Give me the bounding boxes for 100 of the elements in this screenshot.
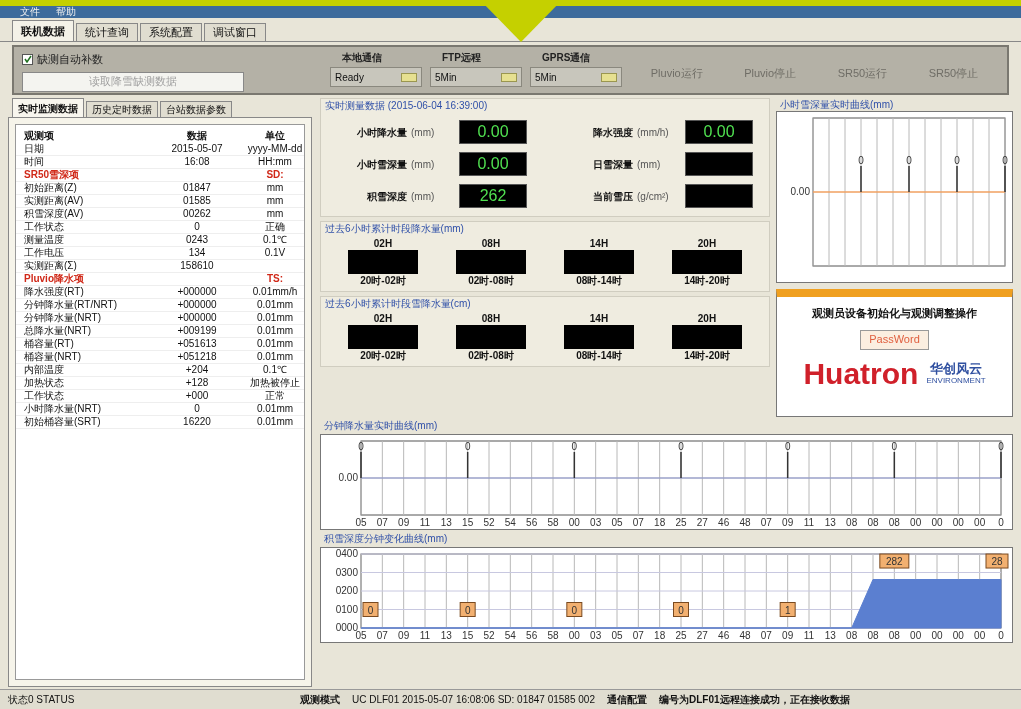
period-range: 14时-20时 — [684, 349, 730, 362]
period-range: 08时-14时 — [576, 274, 622, 287]
tick-label: 46 — [718, 517, 730, 528]
value-label: 0 — [673, 602, 689, 617]
tick-label: 0300 — [335, 566, 358, 578]
readout-unit: (mm) — [411, 157, 436, 172]
tick-label: 07 — [632, 630, 644, 641]
period-range: 02时-08时 — [468, 349, 514, 362]
menu-item[interactable]: 帮助 — [56, 6, 76, 18]
table-cell-text: 0.01mm — [255, 403, 295, 415]
readout-display: 0.00 — [459, 152, 527, 176]
tick-label: 56 — [526, 630, 538, 641]
tick-label: 07 — [760, 517, 772, 528]
tab[interactable]: 联机数据 — [12, 20, 74, 41]
channel-title: 本地通信 — [341, 51, 383, 64]
tick-label: 00 — [910, 630, 922, 641]
tick-label: 11 — [419, 517, 431, 528]
value-label: 0 — [784, 441, 791, 479]
menu-item[interactable]: 文件 — [20, 6, 40, 18]
table-cell-text: 降水强度(RT) — [24, 286, 85, 298]
password-button[interactable]: PassWord — [860, 329, 929, 350]
period-head: 20H — [697, 237, 717, 250]
tick-label: 09 — [398, 517, 410, 528]
tab[interactable]: 台站数据参数 — [160, 101, 232, 117]
checkbox[interactable] — [22, 53, 33, 65]
value-label: 0 — [858, 155, 864, 193]
value-label: 0 — [459, 602, 476, 617]
tick-label: 11 — [419, 630, 431, 641]
table-cell-text: SD: — [265, 169, 285, 181]
table-cell-text: 桶容量(RT) — [24, 338, 75, 350]
readout-display: 0.00 — [685, 120, 753, 144]
tick-label: 0200 — [335, 585, 358, 596]
value-label: 0 — [566, 602, 583, 617]
table-cell-text: +000000 — [176, 312, 218, 324]
channel-value: Ready — [335, 70, 364, 85]
tick-label: 48 — [739, 517, 751, 528]
tab[interactable]: 系统配置 — [140, 23, 202, 41]
tick-label: 0 — [998, 517, 1004, 528]
table-cell-text: +204 — [184, 364, 210, 376]
tick-label: 0100 — [335, 603, 358, 615]
readout-label: 降水强度 — [593, 125, 633, 140]
readout-display — [685, 152, 753, 176]
table-cell-text: 正常 — [264, 390, 286, 402]
tick-label: 07 — [632, 517, 644, 528]
value-label: 0 — [1002, 155, 1008, 193]
status-text: 通信配置 — [606, 693, 647, 707]
table-cell-text: 0.01mm — [255, 338, 295, 350]
table-cell-text: 时间 — [24, 156, 45, 168]
period-display — [348, 325, 418, 349]
tick-label: 00 — [931, 630, 943, 641]
table-cell-text: 分钟降水量(RT/NRT) — [24, 299, 118, 311]
table-cell-text: 实测距离(AV) — [24, 195, 85, 207]
tick-label: 15 — [462, 630, 474, 641]
table-cell-text: 0.01mm — [255, 325, 295, 337]
period-head: 14H — [589, 237, 609, 250]
table-cell-text: 0.1℃ — [262, 364, 288, 376]
table-cell-text: 初始桶容量(SRT) — [24, 416, 102, 428]
tick-label: 52 — [483, 517, 495, 528]
tab[interactable]: 统计查询 — [76, 23, 138, 41]
group-title: 小时雪深量实时曲线(mm) — [779, 98, 895, 111]
table-cell-text: 测量温度 — [24, 234, 65, 246]
table-cell-text: 小时降水量(NRT) — [24, 403, 103, 415]
tick-label: 07 — [376, 630, 388, 641]
table-cell-text: 工作状态 — [24, 390, 65, 402]
table-cell-text: +051613 — [176, 338, 218, 350]
tick-label: 0000 — [335, 622, 358, 633]
tick-label: 08 — [846, 517, 858, 528]
period-display — [456, 325, 526, 349]
table-cell-text: 正确 — [264, 221, 286, 233]
channel-button[interactable] — [601, 72, 617, 82]
channel-button[interactable] — [401, 72, 417, 82]
tick-label: 00 — [974, 517, 986, 528]
value-label: 0 — [571, 441, 578, 479]
column-header: 观测项 — [24, 129, 55, 143]
period-display — [672, 250, 742, 274]
value-label: 0 — [464, 441, 471, 479]
readout-unit: (mm/h) — [637, 125, 670, 140]
tab[interactable]: 历史定时数据 — [86, 101, 158, 117]
readout-display: 0.00 — [459, 120, 527, 144]
channel-button[interactable] — [501, 72, 517, 82]
tick-label: 08 — [888, 517, 900, 528]
group-title: 实时测量数据 (2015-06-04 16:39:00) — [324, 99, 489, 112]
period-range: 14时-20时 — [684, 274, 730, 287]
period-display — [672, 325, 742, 349]
tab[interactable]: 调试窗口 — [204, 23, 266, 41]
tick-label: 05 — [611, 630, 623, 641]
tick-label: 0400 — [335, 548, 358, 559]
table-cell-text: 01847 — [182, 182, 212, 194]
tick-label: 52 — [483, 630, 495, 641]
value-label: 0 — [891, 441, 898, 479]
tab[interactable]: 实时监测数据 — [12, 98, 84, 117]
status-text: 观测模式 — [300, 693, 340, 707]
tick-label: 58 — [547, 517, 559, 528]
tick-label: 56 — [526, 517, 538, 528]
table-cell-text: yyyy-MM-dd — [246, 143, 304, 155]
brand-subtitle: ENVIRONMENT — [926, 376, 986, 385]
table-cell-text: 0.01mm — [255, 299, 295, 311]
period-range: 20时-02时 — [360, 274, 406, 287]
period-display — [564, 325, 634, 349]
table-cell-text: SR50雪深项 — [24, 169, 80, 181]
